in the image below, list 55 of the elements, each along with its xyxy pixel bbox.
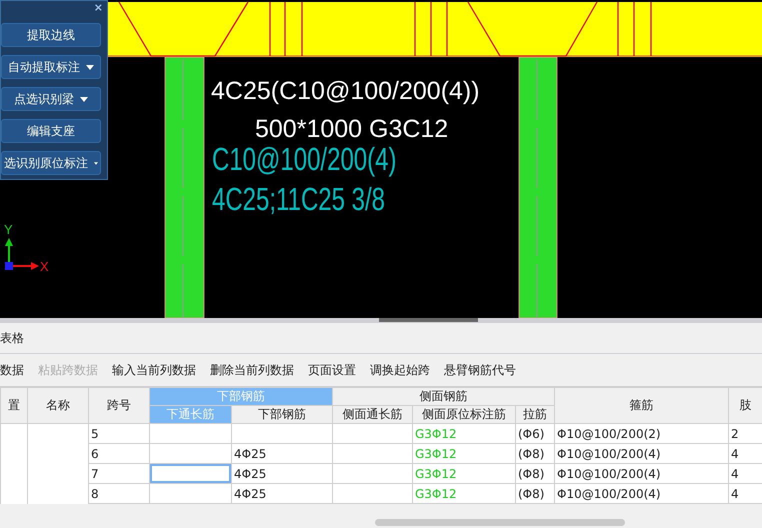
table-cell: 4Φ25: [232, 484, 332, 504]
column-header[interactable]: 肢: [728, 388, 762, 424]
beam-label: 500*1000 G3C12: [255, 116, 448, 142]
column-header[interactable]: 下部钢筋: [232, 406, 332, 424]
tool-button[interactable]: 点选识别梁: [1, 87, 101, 111]
table-cell: Φ10@100/200(4): [554, 444, 729, 464]
column-group-header: 下部钢筋: [150, 388, 332, 406]
span-number: 6: [88, 444, 150, 464]
close-button[interactable]: ×: [94, 1, 103, 15]
column-header[interactable]: 置: [0, 388, 28, 424]
drawing-annotation: 4C25;11C25 3/8: [212, 184, 386, 214]
toolbar-button[interactable]: 输入当前列数据: [112, 362, 196, 378]
toolbar-button[interactable]: 数据: [0, 362, 24, 378]
column-header[interactable]: 侧面通长筋: [332, 406, 412, 424]
splitter-bar[interactable]: [0, 318, 762, 323]
splitter-handle[interactable]: [379, 318, 478, 322]
table-cell[interactable]: [150, 464, 232, 484]
column-header[interactable]: 拉筋: [516, 406, 555, 424]
column-header[interactable]: 箍筋: [554, 388, 729, 424]
tool-button[interactable]: 自动提取标注: [1, 55, 101, 79]
x-axis-label: X: [40, 259, 49, 274]
table-cell: (Φ8): [516, 464, 555, 484]
table-cell[interactable]: [150, 444, 232, 464]
column-group-header: 侧面钢筋: [332, 388, 555, 406]
toolbar-button[interactable]: 悬臂钢筋代号: [444, 362, 516, 378]
toolbar-button[interactable]: 调换起始跨: [370, 362, 430, 378]
column-header[interactable]: 跨号: [88, 388, 150, 424]
toolbar-button[interactable]: 页面设置: [308, 362, 356, 378]
table-cell: 4Φ25: [232, 464, 332, 484]
table-cell[interactable]: [150, 484, 232, 504]
y-axis-label: Y: [4, 222, 13, 237]
span-number: 7: [88, 464, 150, 484]
table-cell: (Φ8): [516, 444, 555, 464]
table-cell: G3Φ12: [412, 424, 516, 444]
beam-label: 4C25(C10@100/200(4)): [211, 78, 480, 104]
table-cell: Φ10@100/200(2): [554, 424, 729, 444]
span-number: 5: [88, 424, 150, 444]
table-cell[interactable]: [150, 424, 232, 444]
tool-button[interactable]: 提取边线: [1, 23, 101, 47]
scrollbar-thumb[interactable]: [375, 519, 625, 526]
table-cell: Φ10@100/200(4): [554, 464, 729, 484]
tool-button[interactable]: 编辑支座: [1, 119, 101, 143]
table-cell: 4Φ25: [232, 444, 332, 464]
span-number: 8: [88, 484, 150, 504]
tool-button[interactable]: 选识别原位标注: [1, 151, 101, 175]
toolbar-button[interactable]: 删除当前列数据: [210, 362, 294, 378]
table-cell: G3Φ12: [412, 444, 516, 464]
column-header[interactable]: 名称: [28, 388, 88, 424]
panel-title: 表格: [0, 330, 24, 346]
column-header[interactable]: 侧面原位标注筋: [412, 406, 516, 424]
table-cell: (Φ6): [516, 424, 555, 444]
table-cell: G3Φ12: [412, 484, 516, 504]
table-cell: (Φ8): [516, 484, 555, 504]
table-cell: Φ10@100/200(4): [554, 484, 729, 504]
table-cell: G3Φ12: [412, 464, 516, 484]
